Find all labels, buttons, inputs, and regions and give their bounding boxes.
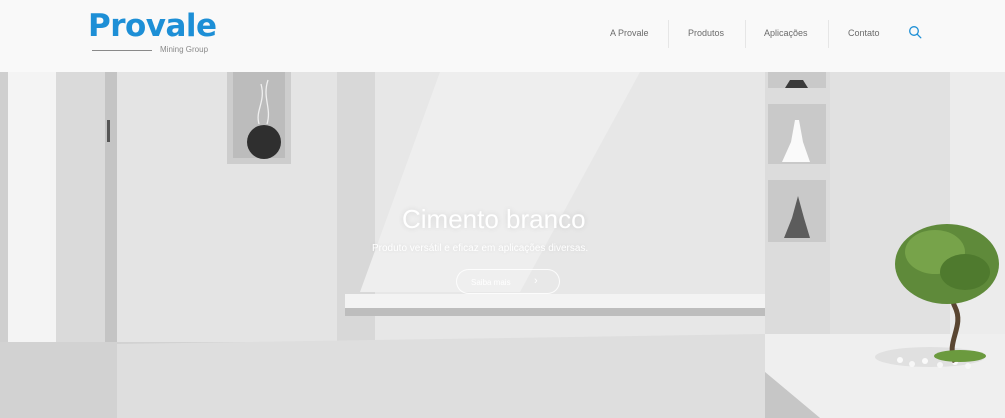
nav-divider [745,20,746,48]
hero-slider: Cimento branco Produto versátil e eficaz… [0,72,1005,418]
saiba-mais-label: Saiba mais [471,278,511,287]
site-header: Provale Mining Group A Provale Produtos … [0,0,1005,72]
logo-brand: Provale [88,8,217,44]
site-logo[interactable]: Provale Mining Group [88,8,228,60]
nav-item-produtos[interactable]: Produtos [688,28,724,38]
nav-item-a-provale[interactable]: A Provale [610,28,649,38]
nav-item-contato[interactable]: Contato [848,28,880,38]
nav-item-aplicacoes[interactable]: Aplicações [764,28,808,38]
saiba-mais-button[interactable]: Saiba mais › [456,269,560,294]
search-icon[interactable] [908,25,922,39]
hero-caption: Cimento branco Produto versátil e eficaz… [0,72,1005,418]
logo-divider [92,50,152,51]
logo-tagline: Mining Group [160,45,209,54]
nav-divider [668,20,669,48]
hero-subtitle: Produto versátil e eficaz em aplicações … [372,243,589,254]
chevron-right-icon: › [534,275,538,287]
nav-divider [828,20,829,48]
hero-title: Cimento branco [402,204,586,234]
